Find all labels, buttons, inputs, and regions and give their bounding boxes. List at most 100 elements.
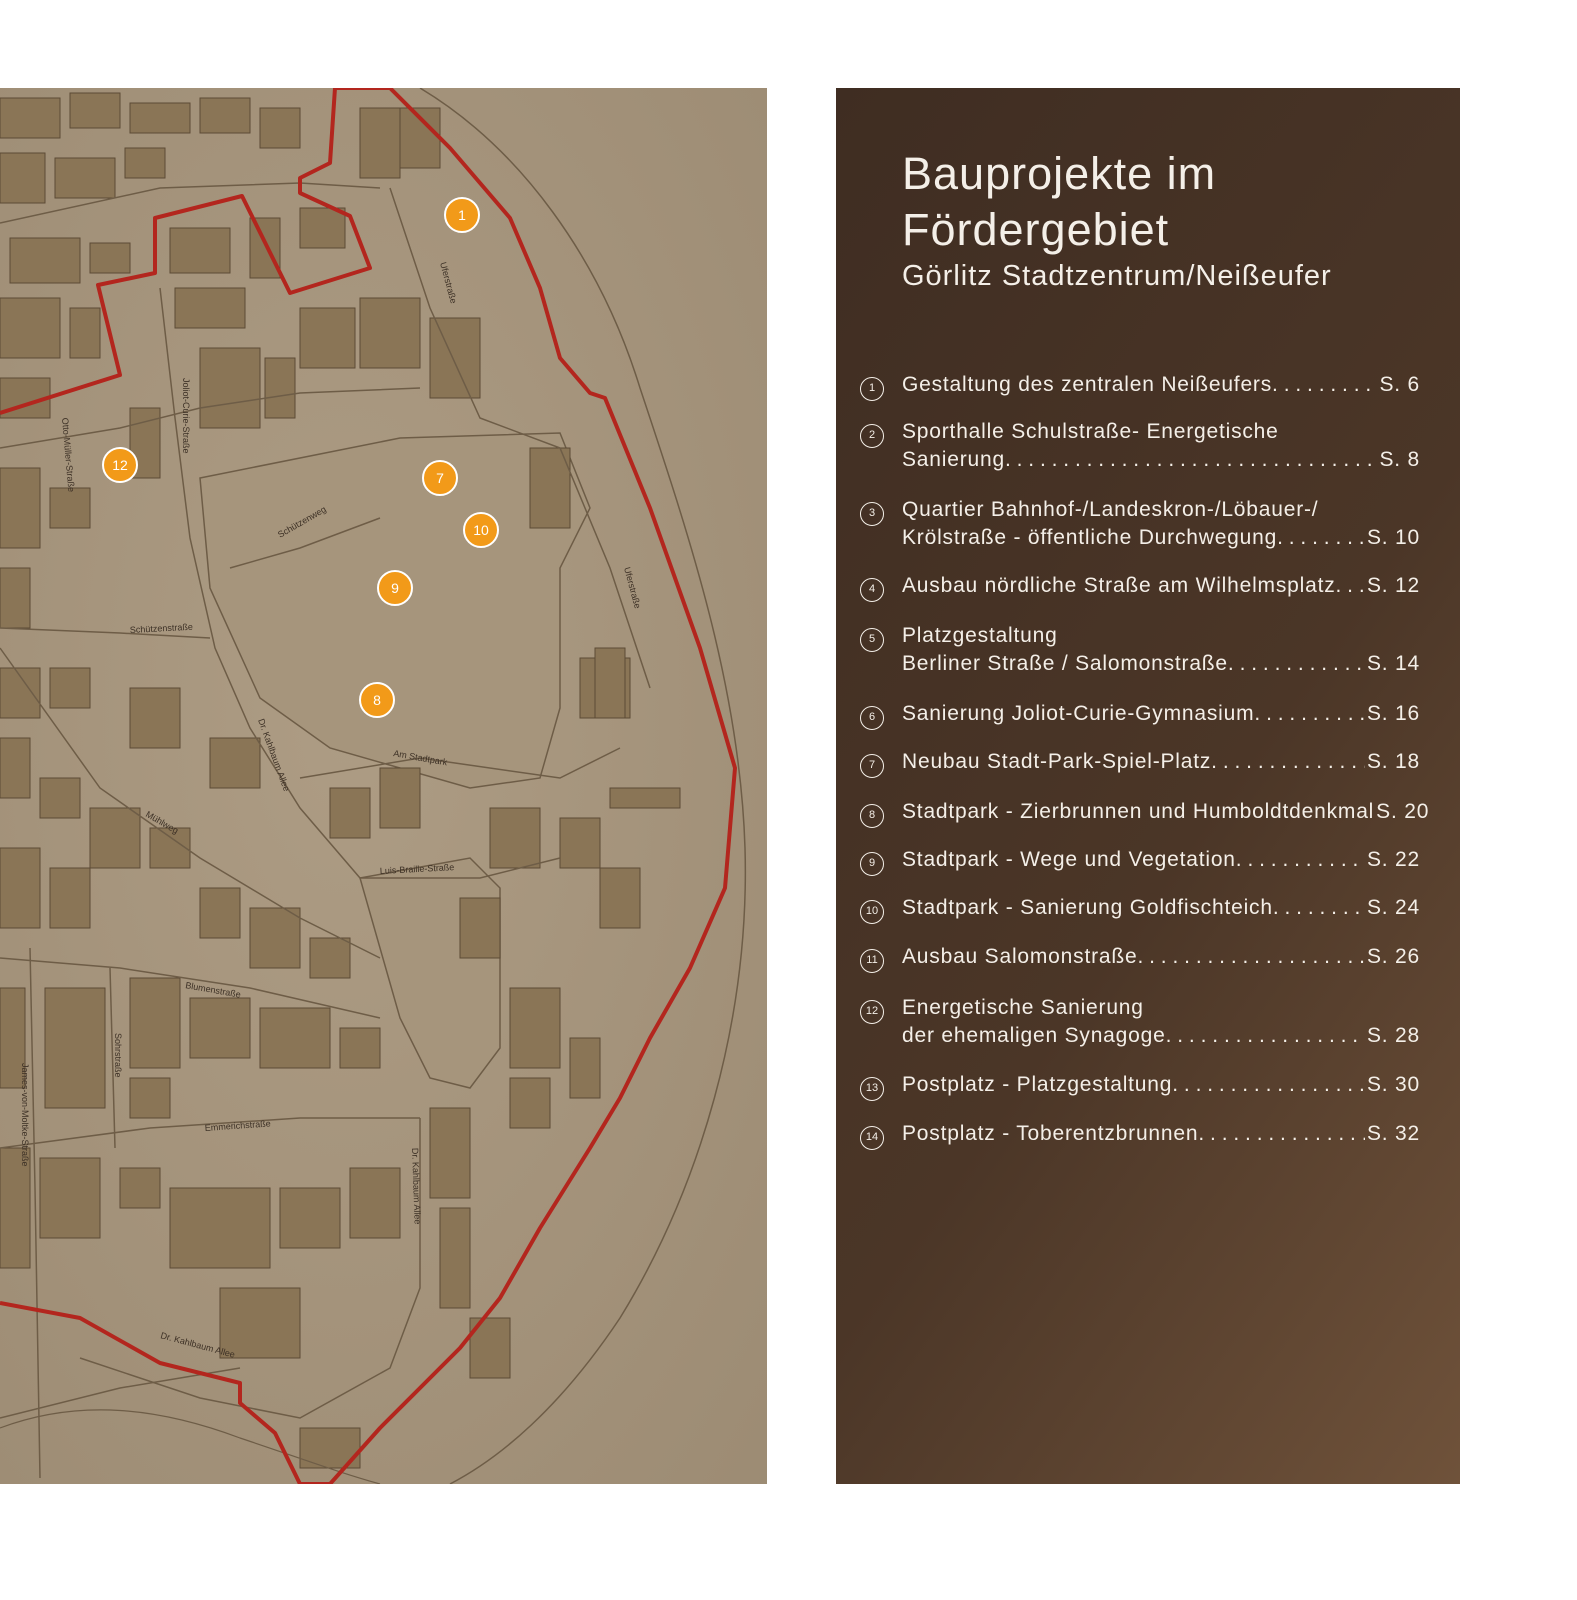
toc-title: Sanierung Joliot-Curie-Gymnasium xyxy=(902,702,1255,725)
building-block xyxy=(89,242,131,274)
toc-title: Energetische Sanierung xyxy=(902,996,1144,1019)
building-block xyxy=(379,767,421,829)
toc-number-badge: 10 xyxy=(860,900,884,924)
building-block xyxy=(54,157,116,199)
map-canvas: Uferstraße Joliot-Curie-Straße Otto-Müll… xyxy=(0,86,767,1486)
toc-leader-dots xyxy=(1336,572,1365,600)
toc-number-badge: 11 xyxy=(860,949,884,973)
toc-leader-dots xyxy=(1137,943,1364,971)
toc-title: Postplatz - Toberentzbrunnen xyxy=(902,1122,1199,1145)
city-map: Uferstraße Joliot-Curie-Straße Otto-Müll… xyxy=(0,86,767,1486)
street-label: James-von-Moltke-Straße xyxy=(20,1063,30,1167)
building-block xyxy=(439,1207,471,1309)
building-block xyxy=(119,1167,161,1209)
toc-title: Berliner Straße / Salomonstraße xyxy=(902,652,1228,675)
toc-page-number: S. 16 xyxy=(1366,702,1420,725)
toc-title: Postplatz - Platzgestaltung xyxy=(902,1073,1173,1096)
building-block xyxy=(509,1077,551,1129)
toc-leader-dots xyxy=(1254,700,1365,728)
toc-title: Stadtpark - Sanierung Goldfischteich xyxy=(902,896,1273,919)
toc-leader-dots xyxy=(1166,1022,1365,1050)
building-block xyxy=(219,1287,301,1359)
toc-number-badge: 4 xyxy=(860,578,884,602)
building-block xyxy=(0,297,61,359)
building-block xyxy=(124,147,166,179)
marker-9[interactable]: 9 xyxy=(377,570,413,606)
building-block xyxy=(0,737,31,799)
building-block xyxy=(609,787,681,809)
toc-title: Neubau Stadt-Park-Spiel-Platz xyxy=(902,750,1212,773)
marker-1[interactable]: 1 xyxy=(444,197,480,233)
toc-number-badge: 14 xyxy=(860,1126,884,1150)
toc-page-number: S. 18 xyxy=(1366,750,1420,773)
marker-12[interactable]: 12 xyxy=(102,447,138,483)
building-block xyxy=(349,1167,401,1239)
toc-leader-dots xyxy=(1273,894,1365,922)
building-block xyxy=(129,687,181,749)
building-block xyxy=(39,1157,101,1239)
toc-page-number: S. 8 xyxy=(1379,448,1420,471)
building-block xyxy=(149,827,191,869)
toc-leader-dots xyxy=(1236,846,1365,874)
toc-title: Quartier Bahnhof-/Landeskron-/Löbauer-/ xyxy=(902,498,1319,521)
building-block xyxy=(199,887,241,939)
toc-page-number: S. 30 xyxy=(1366,1073,1420,1096)
toc-title: Ausbau nördliche Straße am Wilhelmsplatz xyxy=(902,574,1336,597)
toc-number-badge: 8 xyxy=(860,804,884,828)
building-block xyxy=(429,1107,471,1199)
building-block xyxy=(89,807,141,869)
toc-leader-dots xyxy=(1172,1071,1365,1099)
building-block xyxy=(129,977,181,1069)
marker-label: 9 xyxy=(391,580,399,596)
building-block xyxy=(209,737,261,789)
building-block xyxy=(489,807,541,869)
marker-7[interactable]: 7 xyxy=(422,460,458,496)
page-title: Bauprojekte im Fördergebiet xyxy=(902,146,1216,258)
building-block xyxy=(49,667,91,709)
building-block xyxy=(359,107,401,179)
building-block xyxy=(0,567,31,629)
toc-number-badge: 6 xyxy=(860,706,884,730)
building-block xyxy=(559,817,601,869)
toc-page-number: S. 28 xyxy=(1366,1024,1420,1047)
building-block xyxy=(569,1037,601,1099)
toc-number-badge: 12 xyxy=(860,1000,884,1024)
building-block xyxy=(129,1077,171,1119)
toc-number-badge: 2 xyxy=(860,424,884,448)
building-block xyxy=(169,227,231,274)
building-block xyxy=(49,487,91,529)
toc-leader-dots xyxy=(1005,446,1377,474)
toc-leader-dots xyxy=(1198,1120,1365,1148)
street-label: Sohrstraße xyxy=(113,1033,123,1078)
toc-title: Gestaltung des zentralen Neißeufers xyxy=(902,373,1273,396)
marker-label: 8 xyxy=(373,692,381,708)
toc-page-number: S. 10 xyxy=(1366,526,1420,549)
building-block xyxy=(0,152,46,204)
toc-leader-dots xyxy=(1228,650,1365,678)
building-block xyxy=(44,987,106,1109)
toc-title: Ausbau Salomonstraße xyxy=(902,945,1138,968)
building-block xyxy=(459,897,501,959)
building-block xyxy=(189,997,251,1059)
building-block xyxy=(249,217,281,279)
toc-title: Sporthalle Schulstraße- Energetische xyxy=(902,420,1279,443)
building-block xyxy=(509,987,561,1069)
toc-title: Platzgestaltung xyxy=(902,624,1058,647)
building-block xyxy=(329,787,371,839)
building-block xyxy=(429,317,481,399)
toc-leader-dots xyxy=(1211,748,1365,776)
toc-leader-dots xyxy=(1272,371,1377,399)
toc-page-number: S. 26 xyxy=(1366,945,1420,968)
toc-page-number: S. 6 xyxy=(1379,373,1420,396)
building-block xyxy=(599,867,641,929)
building-block xyxy=(259,107,301,149)
marker-10[interactable]: 10 xyxy=(463,512,499,548)
building-block xyxy=(0,467,41,549)
building-block xyxy=(279,1187,341,1249)
building-block xyxy=(39,777,81,819)
marker-label: 7 xyxy=(436,470,444,486)
toc-title: der ehemaligen Synagoge xyxy=(902,1024,1166,1047)
marker-8[interactable]: 8 xyxy=(359,682,395,718)
toc-number-badge: 5 xyxy=(860,628,884,652)
street-label: Joliot-Curie-Straße xyxy=(181,378,191,454)
